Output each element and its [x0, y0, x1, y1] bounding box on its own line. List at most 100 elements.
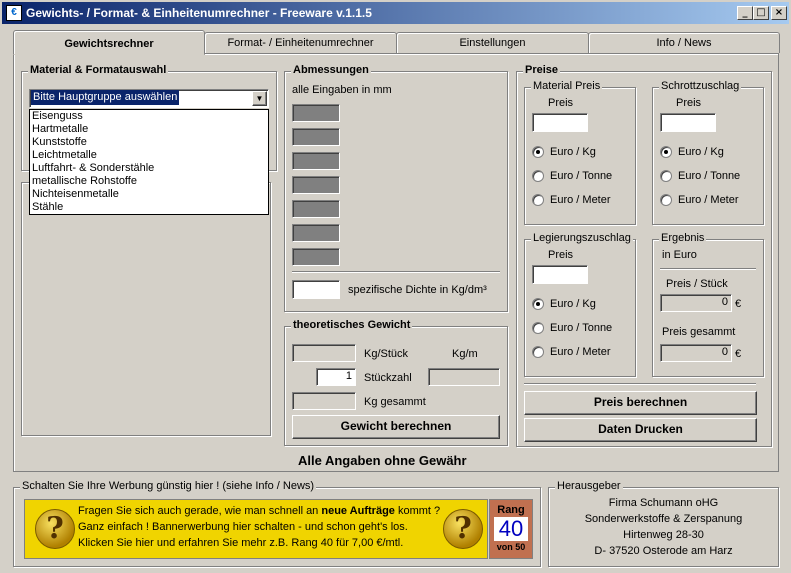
ad-line-1-post: kommt ? — [394, 505, 441, 517]
kg-m-label: Kg/m — [452, 348, 478, 360]
kg-gesamt-label: Kg gesammt — [364, 396, 426, 408]
legierung-sublabel: Preis — [548, 249, 574, 261]
kg-gesamt-value — [292, 392, 356, 410]
preis-gesamt-label: Preis gesammt — [662, 326, 736, 338]
legierung-euro-meter-radio[interactable] — [532, 346, 544, 358]
kg-stueck-label: Kg/Stück — [364, 348, 409, 360]
material-preis-sublabel: Preis — [548, 97, 574, 109]
format-group — [21, 182, 271, 436]
euro-sign: € — [735, 298, 742, 310]
schrott-euro-kg-radio[interactable] — [660, 146, 672, 158]
ad-line-1: Fragen Sie sich auch gerade, wie man sch… — [78, 505, 440, 517]
preis-berechnen-button[interactable]: Preis berechnen — [524, 391, 757, 415]
ergebnis-label: Ergebnis — [659, 232, 707, 244]
legierung-label: Legierungszuschlag — [531, 232, 633, 244]
gewicht-group-label: theoretisches Gewicht — [291, 319, 413, 331]
tab-einstellungen[interactable]: Einstellungen — [396, 32, 589, 53]
ad-banner[interactable]: ? ? Fragen Sie sich auch gerade, wie man… — [24, 499, 488, 559]
schrott-euro-meter-radio[interactable] — [660, 194, 672, 206]
abmessungen-group-label: Abmessungen — [291, 64, 371, 76]
legierung-euro-tonne-label: Euro / Tonne — [550, 322, 613, 334]
ad-line-1-bold: neue Aufträge — [321, 505, 395, 517]
herausgeber-line: Sonderwerkstoffe & Zerspanung — [584, 513, 743, 525]
ergebnis-unit: in Euro — [662, 249, 697, 261]
preis-stueck-label: Preis / Stück — [666, 278, 728, 290]
dimension-field[interactable] — [292, 200, 340, 218]
divider — [660, 268, 756, 270]
material-preis-input[interactable] — [532, 113, 588, 132]
dropdown-option[interactable]: Kunststoffe — [30, 136, 268, 149]
rank-value: 40 — [494, 517, 528, 541]
dimension-field[interactable] — [292, 176, 340, 194]
dropdown-option[interactable]: Luftfahrt- & Sonderstähle — [30, 162, 268, 175]
disclaimer: Alle Angaben ohne Gewähr — [298, 453, 467, 468]
schrott-sublabel: Preis — [676, 97, 702, 109]
stueckzahl-label: Stückzahl — [364, 372, 412, 384]
legierung-preis-input[interactable] — [532, 265, 588, 284]
dropdown-option[interactable]: Leichtmetalle — [30, 149, 268, 162]
dimension-field[interactable] — [292, 104, 340, 122]
close-button[interactable]: × — [771, 6, 787, 20]
herausgeber-line: Firma Schumann oHG — [608, 497, 719, 509]
herausgeber-line: Hirtenweg 28-30 — [623, 529, 704, 541]
legierung-euro-meter-label: Euro / Meter — [550, 346, 611, 358]
preise-group-label: Preise — [523, 64, 561, 76]
kg-stueck-value — [292, 344, 356, 362]
daten-drucken-button[interactable]: Daten Drucken — [524, 418, 757, 442]
material-group-label: Material & Formatauswahl — [28, 64, 169, 76]
tab-info-news[interactable]: Info / News — [588, 32, 780, 53]
euro-sign: € — [735, 348, 742, 360]
tab-gewichtsrechner[interactable]: Gewichtsrechner — [13, 30, 205, 55]
hauptgruppe-selected-value: Bitte Hauptgruppe auswählen — [31, 90, 180, 105]
material-euro-meter-label: Euro / Meter — [550, 194, 611, 206]
hauptgruppe-select[interactable]: Bitte Hauptgruppe auswählen ▼ — [29, 89, 269, 108]
kg-m-value — [428, 368, 500, 386]
density-label: spezifische Dichte in Kg/dm³ — [348, 284, 487, 296]
schrott-euro-meter-label: Euro / Meter — [678, 194, 739, 206]
preis-stueck-value: 0 — [660, 294, 732, 312]
ad-line-1-pre: Fragen Sie sich auch gerade, wie man sch… — [78, 505, 322, 517]
app-window: € Gewichts- / Format- & Einheitenumrechn… — [0, 0, 791, 573]
material-euro-meter-radio[interactable] — [532, 194, 544, 206]
material-preis-label: Material Preis — [531, 80, 603, 92]
schrott-preis-input[interactable] — [660, 113, 716, 132]
material-euro-kg-label: Euro / Kg — [550, 146, 596, 158]
dropdown-option[interactable]: metallische Rohstoffe — [30, 175, 268, 188]
herausgeber-label: Herausgeber — [555, 480, 623, 492]
dimension-field[interactable] — [292, 152, 340, 170]
divider — [292, 271, 500, 273]
herausgeber-line: D- 37520 Osterode am Harz — [594, 545, 733, 557]
maximize-button[interactable]: □ — [753, 6, 769, 20]
dimension-field[interactable] — [292, 128, 340, 146]
window-title: Gewichts- / Format- & Einheitenumrechner… — [26, 6, 372, 20]
material-euro-kg-radio[interactable] — [532, 146, 544, 158]
divider — [524, 383, 756, 385]
legierung-euro-kg-radio[interactable] — [532, 298, 544, 310]
legierung-euro-kg-label: Euro / Kg — [550, 298, 596, 310]
material-euro-tonne-radio[interactable] — [532, 170, 544, 182]
schrott-euro-tonne-label: Euro / Tonne — [678, 170, 741, 182]
chevron-down-icon[interactable]: ▼ — [252, 91, 267, 106]
app-icon[interactable]: € — [6, 5, 22, 21]
dimension-field[interactable] — [292, 248, 340, 266]
density-input[interactable] — [292, 280, 340, 299]
tab-format-einheitenumrechner[interactable]: Format- / Einheitenumrechner — [204, 32, 397, 53]
rank-label: Rang — [497, 504, 525, 516]
dropdown-option[interactable]: Stähle — [30, 201, 268, 214]
preis-gesamt-value: 0 — [660, 344, 732, 362]
minimize-button[interactable]: _ — [737, 6, 753, 20]
abmessungen-note: alle Eingaben in mm — [292, 84, 392, 96]
dropdown-option[interactable]: Hartmetalle — [30, 123, 268, 136]
title-bar[interactable]: € Gewichts- / Format- & Einheitenumrechn… — [2, 2, 789, 24]
stueckzahl-input[interactable]: 1 — [316, 368, 356, 386]
schrott-euro-tonne-radio[interactable] — [660, 170, 672, 182]
dimension-field[interactable] — [292, 224, 340, 242]
dropdown-option[interactable]: Nichteisenmetalle — [30, 188, 268, 201]
schrott-euro-kg-label: Euro / Kg — [678, 146, 724, 158]
legierung-euro-tonne-radio[interactable] — [532, 322, 544, 334]
hauptgruppe-dropdown-list: Eisenguss Hartmetalle Kunststoffe Leicht… — [29, 109, 269, 215]
schrott-label: Schrottzuschlag — [659, 80, 742, 92]
gewicht-berechnen-button[interactable]: Gewicht berechnen — [292, 415, 500, 439]
dropdown-option[interactable]: Eisenguss — [30, 110, 268, 123]
ad-line-3: Klicken Sie hier und erfahren Sie mehr z… — [78, 537, 404, 549]
